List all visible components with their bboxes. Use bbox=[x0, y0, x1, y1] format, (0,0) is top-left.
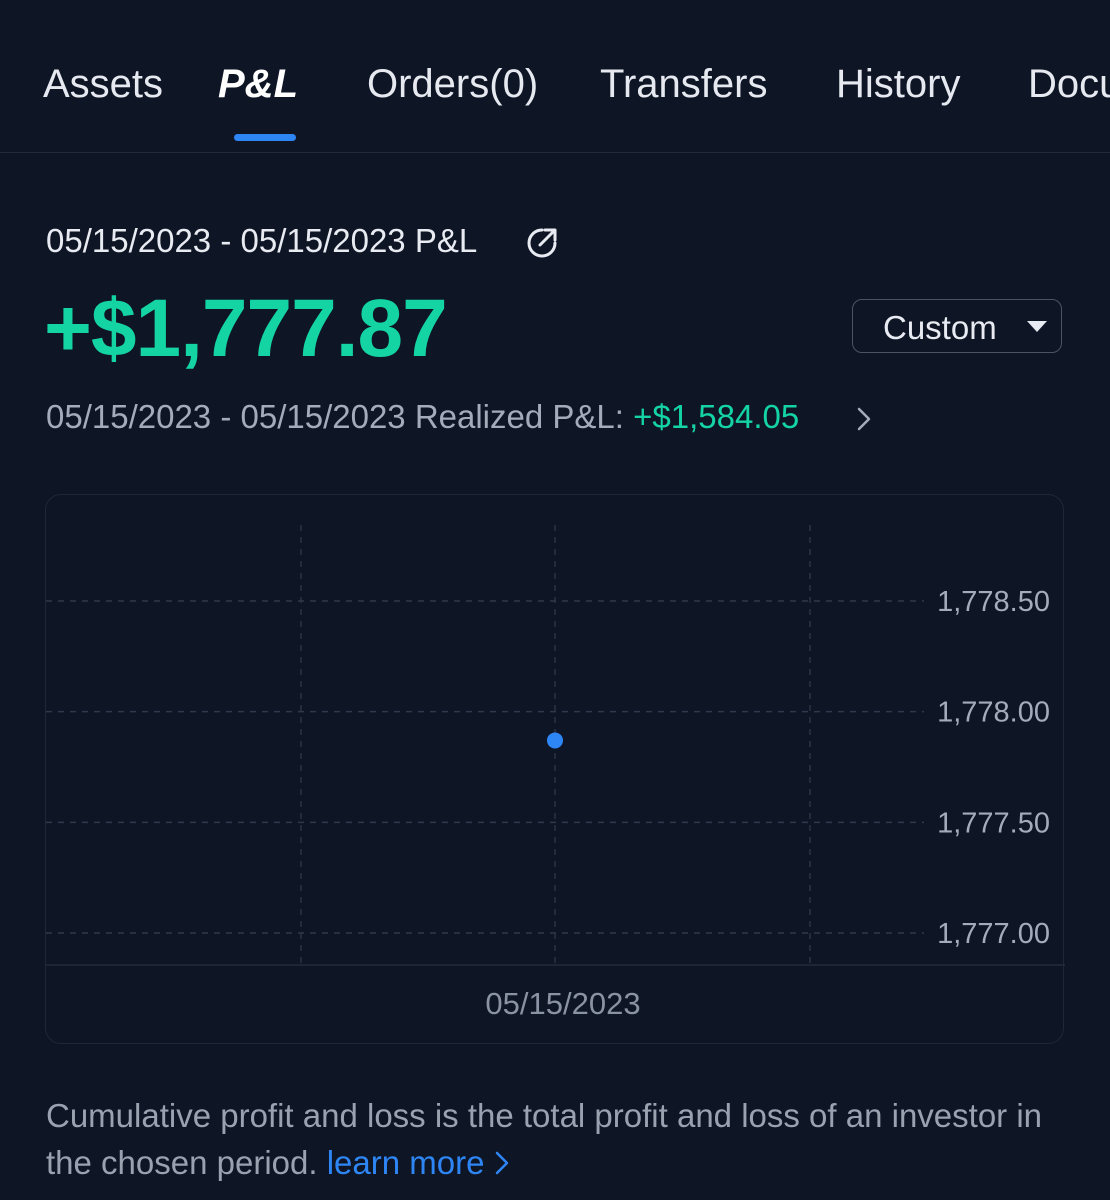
tab-history[interactable]: History bbox=[836, 62, 960, 107]
realized-pl-value: +$1,584.05 bbox=[633, 398, 800, 435]
realized-pl-label: 05/15/2023 - 05/15/2023 Realized P&L: bbox=[46, 398, 634, 435]
tab-bar: Assets P&L Orders(0) Transfers History D… bbox=[0, 0, 1110, 153]
chevron-right-icon bbox=[495, 1151, 508, 1175]
learn-more-link[interactable]: learn more bbox=[327, 1144, 510, 1181]
y-tick-label: 1,777.50 bbox=[937, 807, 1050, 839]
y-tick-label: 1,777.00 bbox=[937, 918, 1050, 950]
range-select-dropdown[interactable]: Custom bbox=[852, 299, 1062, 353]
total-pl-value: +$1,777.87 bbox=[44, 283, 448, 374]
pl-chart-canvas: 1,778.50 1,778.00 1,777.50 1,777.00 05/15/2… bbox=[46, 525, 1065, 1021]
pl-period-title: 05/15/2023 - 05/15/2023 P&L bbox=[46, 222, 478, 259]
tab-transfers[interactable]: Transfers bbox=[600, 62, 767, 107]
tab-orders[interactable]: Orders(0) bbox=[367, 62, 538, 107]
tab-pl[interactable]: P&L bbox=[218, 62, 298, 107]
y-tick-label: 1,778.50 bbox=[937, 586, 1050, 618]
footnote-text: Cumulative profit and loss is the total … bbox=[46, 1097, 1043, 1181]
tab-assets[interactable]: Assets bbox=[43, 62, 163, 107]
share-icon[interactable] bbox=[524, 225, 560, 261]
y-tick-label: 1,778.00 bbox=[937, 697, 1050, 729]
chart-horizontal-gridlines bbox=[46, 600, 924, 934]
x-tick-label: 05/15/2023 bbox=[485, 986, 640, 1021]
pl-chart: 1,778.50 1,778.00 1,777.50 1,777.00 05/15/2… bbox=[45, 494, 1065, 1044]
tab-documents[interactable]: Documents bbox=[1028, 62, 1110, 107]
chevron-right-icon[interactable] bbox=[853, 405, 875, 433]
active-tab-indicator bbox=[234, 134, 296, 141]
data-point[interactable] bbox=[547, 732, 563, 749]
footnote: Cumulative profit and loss is the total … bbox=[46, 1092, 1046, 1186]
chevron-down-icon bbox=[1027, 321, 1047, 332]
range-select-label: Custom bbox=[883, 309, 997, 346]
realized-pl-row[interactable]: 05/15/2023 - 05/15/2023 Realized P&L: +$… bbox=[46, 398, 799, 436]
